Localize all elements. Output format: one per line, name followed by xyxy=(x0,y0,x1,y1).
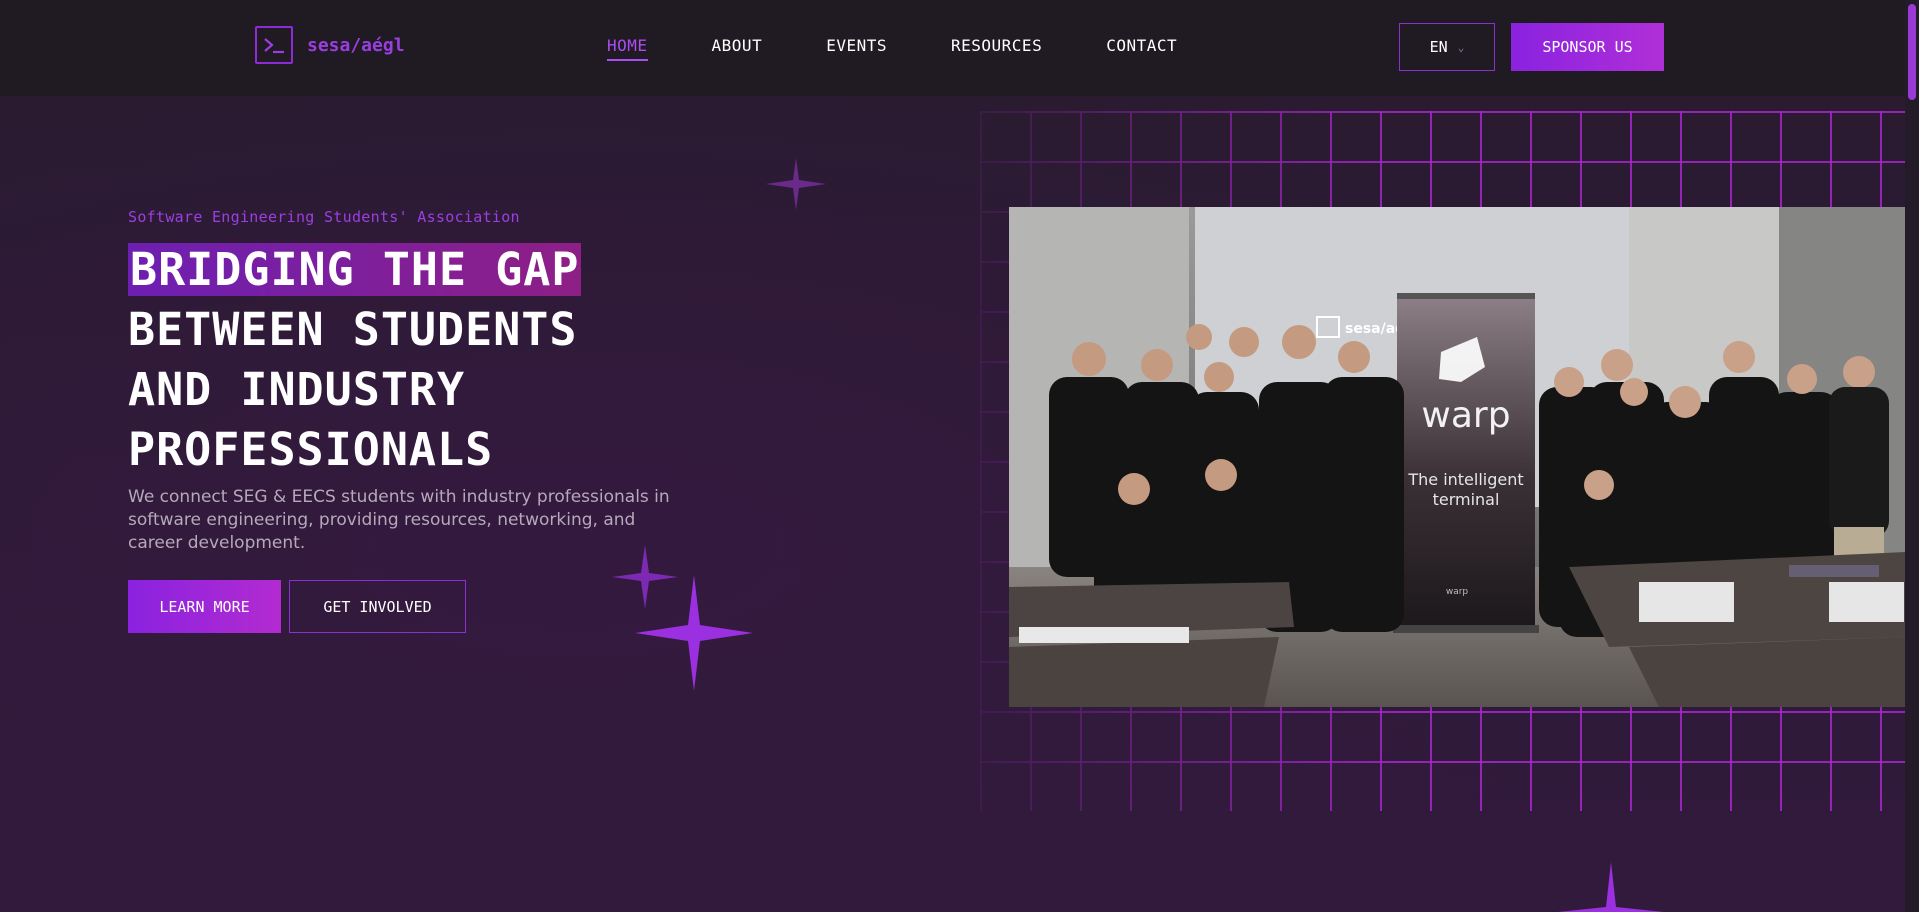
headline-line-3: AND INDUSTRY xyxy=(128,363,466,416)
hero-headline: BRIDGING THE GAP BETWEEN STUDENTS AND IN… xyxy=(128,240,582,480)
get-involved-button[interactable]: GET INVOLVED xyxy=(289,580,466,633)
banner-footer-text: warp xyxy=(1446,587,1469,597)
sparkle-icon xyxy=(766,158,826,210)
nav-contact[interactable]: CONTACT xyxy=(1106,36,1177,56)
scrollbar-thumb[interactable] xyxy=(1908,4,1916,100)
site-logo[interactable]: sesa/aégl xyxy=(255,26,405,64)
terminal-prompt-icon xyxy=(255,26,293,64)
sponsor-us-button[interactable]: SPONSOR US xyxy=(1511,23,1664,71)
main-nav: HOME ABOUT EVENTS RESOURCES CONTACT xyxy=(607,36,1241,61)
site-header: sesa/aégl HOME ABOUT EVENTS RESOURCES CO… xyxy=(0,0,1919,96)
logo-text: sesa/aégl xyxy=(307,34,405,56)
sparkle-icon xyxy=(1558,862,1664,912)
nav-resources[interactable]: RESOURCES xyxy=(951,36,1042,56)
headline-line-4: PROFESSIONALS xyxy=(128,423,494,476)
group-photo: sesa/aé warp The intelligent terminal war… xyxy=(1009,207,1906,707)
nav-about[interactable]: ABOUT xyxy=(712,36,763,56)
sparkle-icon xyxy=(635,575,753,691)
nav-events[interactable]: EVENTS xyxy=(826,36,887,56)
nav-home[interactable]: HOME xyxy=(607,36,648,61)
banner-brand-text: warp xyxy=(1421,395,1510,436)
language-selector[interactable]: EN ⌄ xyxy=(1399,23,1495,71)
page-scrollbar[interactable] xyxy=(1905,0,1919,912)
hero-tagline: Software Engineering Students' Associati… xyxy=(128,208,520,226)
chevron-down-icon: ⌄ xyxy=(1457,40,1465,54)
learn-more-button[interactable]: LEARN MORE xyxy=(128,580,281,633)
headline-line-2: BETWEEN STUDENTS xyxy=(128,303,578,356)
headline-line-1: BRIDGING THE GAP xyxy=(128,243,582,296)
hero-description: We connect SEG & EECS students with indu… xyxy=(128,487,670,553)
screen-logo-text: sesa/aé xyxy=(1345,321,1405,337)
language-value: EN xyxy=(1429,38,1448,56)
